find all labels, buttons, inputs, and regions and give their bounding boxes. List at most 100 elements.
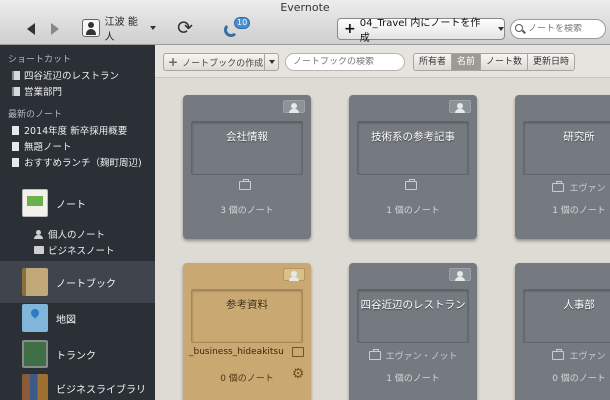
account-menu[interactable]: 江波 能人: [82, 17, 156, 43]
notebook-card[interactable]: 会社情報 3 個のノート: [183, 95, 311, 239]
notebook-title: 技術系の参考記事: [371, 131, 455, 143]
notes-icon: [22, 189, 48, 217]
recent-note-label: 2014年度 新卒採用概要: [24, 126, 128, 137]
note-icon: [12, 125, 19, 135]
sort-control: 所有者 名前 ノート数 更新日時: [413, 53, 576, 71]
business-indicator: エヴァン・ノット: [349, 349, 477, 362]
create-notebook-label: ノートブックの作成: [182, 58, 264, 69]
sidebar-item-label: 個人のノート: [48, 230, 106, 241]
recent-note-item[interactable]: おすすめランチ（麹町周辺): [12, 155, 142, 169]
shortcut-item[interactable]: 営業部門: [12, 84, 62, 98]
recent-note-label: おすすめランチ（麹町周辺): [24, 158, 142, 169]
map-icon: [22, 304, 48, 332]
recent-notes-header: 最新のノート: [8, 110, 63, 120]
activity-badge: 10: [234, 17, 251, 29]
chevron-down-icon[interactable]: [498, 27, 504, 31]
search-icon: [515, 24, 525, 34]
sidebar-item-business-notes[interactable]: ビジネスノート: [34, 243, 115, 257]
briefcase-icon: [34, 246, 44, 254]
sort-updated[interactable]: 更新日時: [528, 54, 575, 70]
user-name: 江波 能人: [104, 17, 138, 43]
sidebar-item-label: トランク: [56, 350, 96, 362]
briefcase-icon: [368, 349, 381, 360]
chevron-down-icon: [150, 26, 156, 30]
briefcase-icon: [238, 179, 251, 190]
notebook-owner: エヴァン: [569, 184, 606, 194]
notebook-title: 会社情報: [226, 131, 268, 143]
sort-note-count[interactable]: ノート数: [481, 54, 529, 70]
note-icon: [12, 141, 19, 151]
notebook-search-input[interactable]: [293, 57, 398, 67]
shared-icon: [283, 268, 305, 281]
notebook-card[interactable]: 研究所 エヴァン 1 個のノート: [515, 95, 610, 239]
chevron-down-icon: [268, 60, 275, 64]
shared-icon: [449, 100, 471, 113]
gear-icon[interactable]: ⚙: [291, 367, 305, 381]
shortcuts-header: ショートカット: [8, 55, 72, 65]
share-icon[interactable]: [292, 347, 304, 357]
window-title: Evernote: [280, 1, 330, 14]
business-indicator: エヴァン: [515, 181, 610, 194]
plus-icon: +: [168, 55, 179, 69]
new-note-button[interactable]: + 04_Travel 内にノートを作成: [337, 18, 505, 44]
recent-note-label: 無題ノート: [24, 142, 72, 153]
notebook-note-count: 1 個のノート: [386, 206, 440, 216]
briefcase-icon: [404, 179, 417, 190]
user-icon: [82, 19, 100, 37]
notebook-owner: エヴァン・ノット: [385, 352, 458, 362]
sidebar-item-label: 地図: [56, 314, 76, 326]
notebook-owner: エヴァン: [569, 352, 606, 362]
sidebar: ショートカット 四谷近辺のレストラン 営業部門 最新のノート 2014年度 新卒…: [0, 45, 155, 400]
sidebar-item-business-library[interactable]: ビジネスライブラリ: [0, 367, 155, 400]
notebook-title: 人事部: [563, 299, 595, 311]
notebooks-view: + ノートブックの作成 所有者 名前 ノート数 更新日時 会社情報 3 個のノー…: [155, 45, 610, 400]
business-indicator: [183, 179, 311, 190]
sidebar-item-notes[interactable]: ノート: [0, 182, 155, 224]
notebook-title: 四谷近辺のレストラン: [360, 299, 466, 311]
notebook-title: 参考資料: [226, 299, 268, 311]
notebook-card[interactable]: 技術系の参考記事 1 個のノート: [349, 95, 477, 239]
forward-arrow-icon: [51, 23, 59, 35]
forward-button[interactable]: [48, 22, 62, 36]
notebook-icon: [22, 268, 48, 296]
sidebar-item-label: ビジネスノート: [48, 246, 115, 257]
sort-name[interactable]: 名前: [452, 54, 482, 70]
notebook-search[interactable]: [285, 53, 405, 71]
trunk-icon: [22, 340, 48, 368]
shortcut-item[interactable]: 四谷近辺のレストラン: [12, 68, 119, 82]
sidebar-item-label: ビジネスライブラリ: [56, 384, 146, 396]
sync-icon[interactable]: ⟳: [175, 19, 195, 39]
briefcase-icon: [552, 181, 565, 192]
note-search[interactable]: [510, 19, 606, 39]
briefcase-icon: [552, 349, 565, 360]
shortcut-label: 四谷近辺のレストラン: [24, 71, 120, 82]
plus-icon: +: [344, 21, 356, 37]
note-search-input[interactable]: [528, 24, 605, 34]
sidebar-item-personal-notes[interactable]: 個人のノート: [34, 227, 105, 241]
shared-icon: [283, 100, 305, 113]
notebook-card[interactable]: 参考資料 _business_hideakitsu 0 個のノート ⚙: [183, 263, 311, 400]
back-button[interactable]: [24, 22, 38, 36]
shortcut-label: 営業部門: [24, 87, 63, 98]
notebook-card[interactable]: 人事部 エヴァン 0 個のノート: [515, 263, 610, 400]
library-icon: [22, 374, 48, 400]
activity-button[interactable]: 10: [222, 17, 252, 41]
back-arrow-icon: [27, 23, 35, 35]
notebook-icon: [12, 70, 20, 80]
business-indicator: エヴァン: [515, 349, 610, 362]
recent-note-item[interactable]: 2014年度 新卒採用概要: [12, 123, 127, 137]
notebook-owner: _business_hideakitsu: [189, 347, 284, 357]
sidebar-item-label: ノート: [56, 199, 86, 211]
shared-icon: [449, 268, 471, 281]
person-icon: [34, 229, 44, 239]
notebooks-toolbar: + ノートブックの作成 所有者 名前 ノート数 更新日時: [155, 45, 610, 78]
notebook-icon: [12, 86, 20, 96]
create-notebook-button[interactable]: + ノートブックの作成: [163, 53, 279, 71]
recent-note-item[interactable]: 無題ノート: [12, 139, 72, 153]
notebook-title: 研究所: [563, 131, 595, 143]
notebook-card[interactable]: 四谷近辺のレストラン エヴァン・ノット 1 個のノート: [349, 263, 477, 400]
window-titlebar: Evernote 江波 能人 ⟳ 10 + 04_Travel 内にノートを作成: [0, 0, 610, 45]
notebook-note-count: 1 個のノート: [386, 374, 440, 384]
create-notebook-menu[interactable]: [264, 54, 278, 70]
sort-owner[interactable]: 所有者: [414, 54, 453, 70]
